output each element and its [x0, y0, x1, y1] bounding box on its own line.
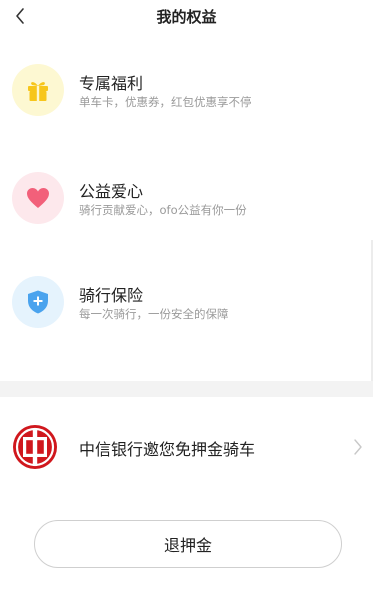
section-divider: [0, 381, 373, 397]
shield-plus-icon: [28, 290, 48, 314]
benefit-item-charity[interactable]: 公益爱心 骑行贡献爱心，ofo公益有你一份: [0, 168, 373, 238]
gift-icon: [28, 82, 48, 101]
citic-bank-logo-icon: [13, 425, 57, 469]
chevron-right-icon: [354, 439, 362, 455]
benefit-description: 单车卡，优惠券，红包优惠享不停: [79, 95, 252, 109]
benefit-title: 专属福利: [79, 74, 144, 93]
citic-bank-deposit-free-row[interactable]: 中信银行邀您免押金骑车: [0, 412, 373, 482]
refund-deposit-button[interactable]: 退押金: [34, 520, 342, 568]
benefit-title: 公益爱心: [79, 182, 144, 201]
benefit-item-exclusive-welfare[interactable]: 专属福利 单车卡，优惠券，红包优惠享不停: [0, 60, 373, 130]
shield-icon-badge: [12, 276, 64, 328]
heart-icon-badge: [12, 172, 64, 224]
bank-promo-label: 中信银行邀您免押金骑车: [79, 440, 256, 459]
page-title: 我的权益: [156, 8, 217, 26]
benefit-title: 骑行保险: [79, 286, 144, 305]
heart-icon: [27, 188, 49, 208]
my-benefits-screen: 我的权益 专属福利 单车卡，优惠券，红包优惠享不停 公益爱心 骑行贡献爱心，of…: [0, 0, 373, 592]
benefit-item-ride-insurance[interactable]: 骑行保险 每一次骑行，一份安全的保障: [0, 272, 373, 342]
benefit-description: 骑行贡献爱心，ofo公益有你一份: [79, 203, 247, 217]
gift-icon-badge: [12, 64, 64, 116]
benefit-description: 每一次骑行，一份安全的保障: [79, 307, 229, 321]
header: 我的权益: [0, 0, 373, 32]
